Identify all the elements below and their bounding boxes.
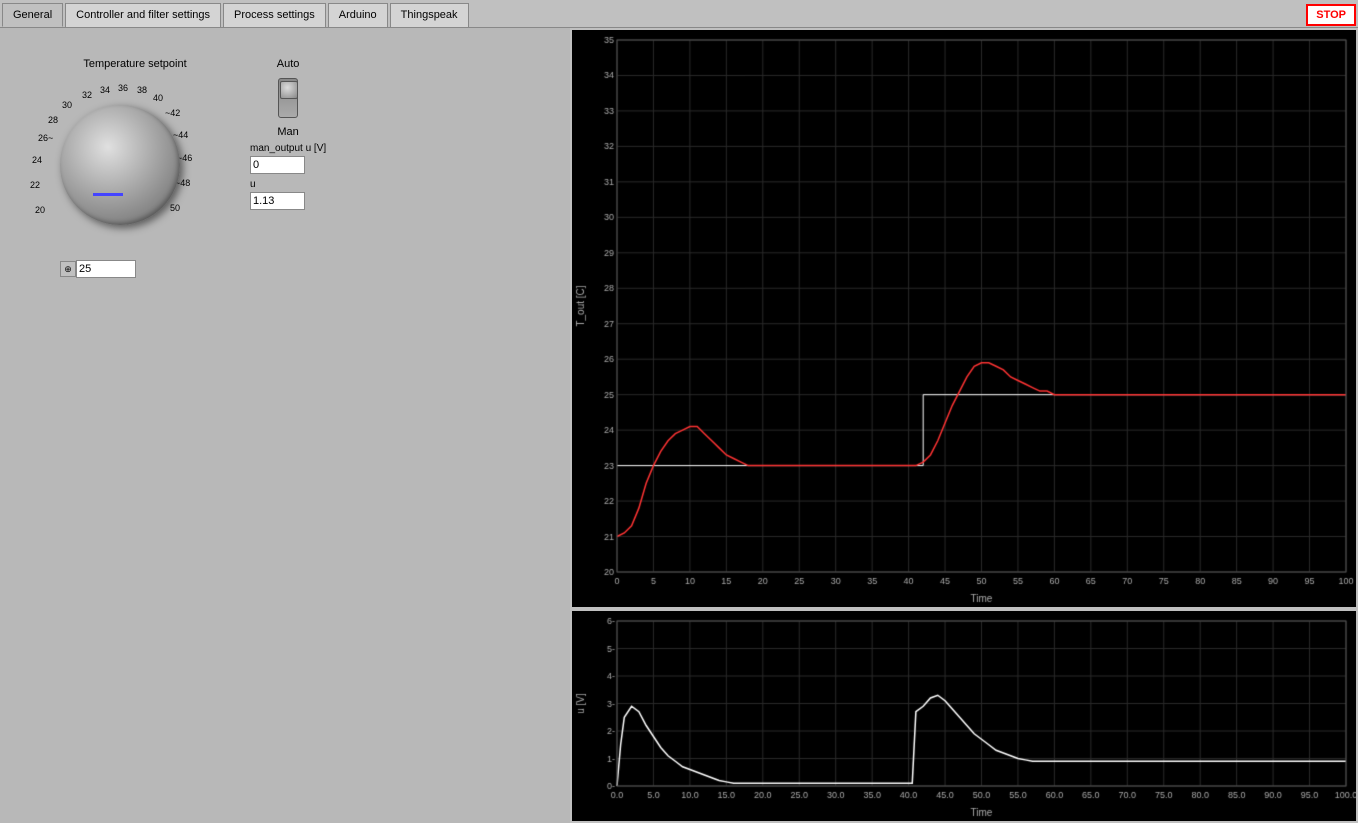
bottom-chart-container (572, 611, 1356, 821)
dial-knob[interactable] (60, 105, 180, 225)
auto-man-section: Auto Man man_output u [V] u (250, 58, 326, 278)
spinner-icon[interactable]: ⊕ (60, 261, 76, 277)
knob-section: Temperature setpoint 20 22 24 26~ 28 30 … (30, 58, 560, 278)
tab-general[interactable]: General (2, 3, 63, 27)
knob-value-box: ⊕ (60, 260, 210, 278)
knob-label: Temperature setpoint (60, 58, 210, 70)
knob-area: Temperature setpoint 20 22 24 26~ 28 30 … (30, 58, 210, 278)
man-output-label: man_output u [V] (250, 143, 326, 154)
bottom-chart (572, 611, 1356, 821)
top-chart (572, 30, 1356, 607)
u-value-input[interactable] (250, 192, 305, 210)
dial-indicator (93, 193, 123, 196)
man-output-input[interactable] (250, 156, 305, 174)
tab-thingspeak[interactable]: Thingspeak (390, 3, 469, 27)
top-chart-container (572, 30, 1356, 607)
toggle-switch[interactable] (278, 78, 298, 118)
tab-bar: General Controller and filter settings P… (0, 0, 1358, 28)
auto-label: Auto (277, 58, 300, 70)
u-label: u (250, 179, 326, 190)
toggle-knob (280, 81, 298, 99)
man-label: Man (277, 126, 298, 138)
right-panel (570, 28, 1358, 823)
man-output-section: man_output u [V] u (250, 143, 326, 210)
stop-button[interactable]: STOP (1306, 4, 1356, 26)
tab-process[interactable]: Process settings (223, 3, 326, 27)
tab-arduino[interactable]: Arduino (328, 3, 388, 27)
left-panel: Temperature setpoint 20 22 24 26~ 28 30 … (0, 28, 570, 823)
main-content: Temperature setpoint 20 22 24 26~ 28 30 … (0, 28, 1358, 823)
setpoint-input[interactable] (76, 260, 136, 278)
tab-controller[interactable]: Controller and filter settings (65, 3, 221, 27)
dial-wrapper: 20 22 24 26~ 28 30 32 34 36 38 40 ~42 ~4… (30, 75, 210, 255)
